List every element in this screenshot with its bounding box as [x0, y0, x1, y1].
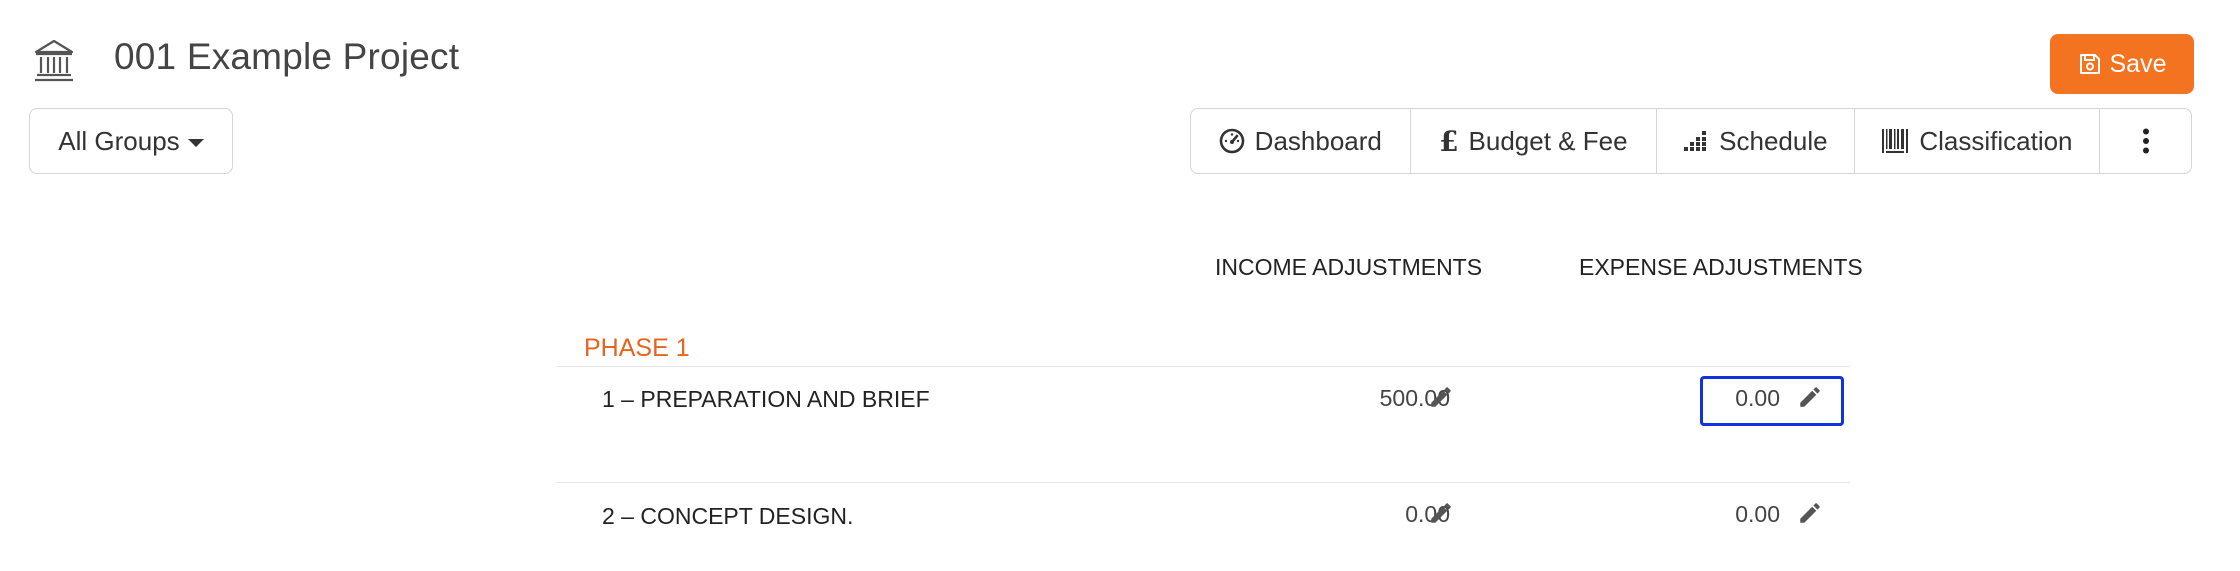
more-vertical-icon — [2142, 128, 2149, 154]
row-divider — [556, 366, 1850, 367]
dashboard-gauge-icon — [1219, 128, 1244, 154]
tab-classification[interactable]: Classification — [1855, 109, 2101, 173]
phase-title: PHASE 1 — [584, 334, 690, 362]
edit-pencil-icon[interactable] — [1428, 384, 1454, 410]
tab-classification-label: Classification — [1919, 125, 2073, 156]
income-adjustments-header: INCOME ADJUSTMENTS — [1215, 254, 1483, 280]
row-divider — [556, 482, 1850, 483]
groups-dropdown[interactable]: All Groups — [29, 108, 233, 174]
row-label: 1 – PREPARATION AND BRIEF — [602, 386, 930, 412]
page: 001 Example Project Save All Groups Dash… — [0, 0, 2240, 571]
row-label: 2 – CONCEPT DESIGN. — [602, 503, 854, 529]
tab-budget-fee[interactable]: £ Budget & Fee — [1411, 109, 1658, 173]
expense-amount: 0.00 — [1735, 501, 1780, 527]
floppy-disk-icon — [2079, 54, 2100, 74]
project-title: 001 Example Project — [114, 36, 460, 77]
tab-dashboard[interactable]: Dashboard — [1191, 109, 1411, 173]
edit-pencil-icon[interactable] — [1428, 500, 1454, 526]
more-options-button[interactable] — [2100, 109, 2191, 173]
tab-schedule[interactable]: Schedule — [1657, 109, 1855, 173]
view-tab-group: Dashboard £ Budget & Fee Schedule Classi… — [1190, 108, 2192, 174]
tab-schedule-label: Schedule — [1719, 125, 1828, 156]
pound-sterling-icon: £ — [1439, 124, 1459, 158]
edit-pencil-icon[interactable] — [1797, 500, 1823, 526]
barcode-icon — [1882, 129, 1909, 153]
save-button[interactable]: Save — [2050, 34, 2194, 94]
tab-budget-fee-label: Budget & Fee — [1468, 125, 1628, 156]
expense-amount: 0.00 — [1735, 385, 1780, 411]
expense-adjustments-header: EXPENSE ADJUSTMENTS — [1579, 254, 1863, 280]
edit-pencil-icon[interactable] — [1797, 384, 1823, 410]
bar-chart-icon — [1684, 131, 1707, 151]
save-label: Save — [2109, 49, 2167, 78]
caret-down-icon — [187, 138, 204, 147]
building-icon — [34, 39, 74, 82]
groups-dropdown-label: All Groups — [58, 125, 180, 156]
tab-dashboard-label: Dashboard — [1254, 125, 1382, 156]
